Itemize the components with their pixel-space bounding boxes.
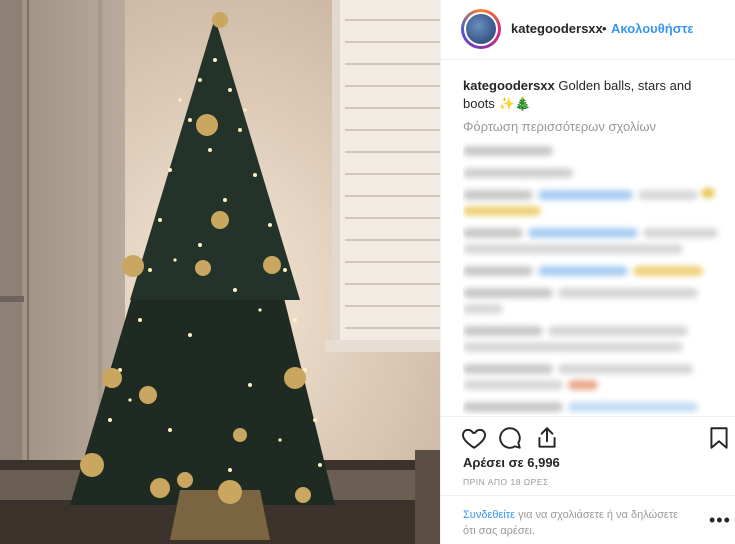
comment-blurred [643,228,718,238]
comment-blurred [463,244,683,254]
comment-blurred [463,402,563,412]
comment-blurred [558,288,698,298]
comment-blurred [528,228,638,238]
comment-blurred [633,266,703,276]
bookmark-icon[interactable] [706,425,732,451]
avatar[interactable] [461,9,501,49]
comment-blurred [548,326,688,336]
login-link[interactable]: Συνδεθείτε [463,509,515,521]
comment-blurred [538,190,633,200]
comment-blurred [463,380,563,390]
username-link[interactable]: kategoodersxx [511,21,603,36]
post-caption: kategoodersxx Golden balls, stars and bo… [463,77,718,113]
login-prompt-bar: Συνδεθείτε για να σχολιάσετε ή να δηλώσε… [441,495,735,544]
comment-blurred [463,228,523,238]
separator-dot: • [602,21,607,36]
post-photo[interactable] [0,0,440,544]
christmas-tree-photo [0,0,440,544]
comment-blurred [463,304,503,314]
login-prompt: Συνδεθείτε για να σχολιάσετε ή να δηλώσε… [463,507,688,539]
comment-bubble-icon[interactable] [497,425,523,451]
post-header: kategoodersxx • Ακολουθήστε [441,0,735,60]
comment-blurred [568,380,598,390]
avatar-image [466,14,496,44]
comments-list [463,140,723,415]
share-icon[interactable] [534,425,560,451]
heart-icon[interactable] [461,425,487,451]
comment-blurred [463,168,573,178]
comment-blurred [463,146,553,156]
comment-blurred [538,266,628,276]
more-options-icon[interactable]: ••• [709,511,731,529]
comment-blurred [558,364,693,374]
comment-blurred [463,342,683,352]
comment-blurred [463,206,541,216]
comment-blurred [463,190,533,200]
post-actions-bar [441,416,735,456]
caption-username[interactable]: kategoodersxx [463,78,555,93]
comment-blurred [463,326,543,336]
post-side-panel: kategoodersxx • Ακολουθήστε kategoodersx… [440,0,735,544]
post-timestamp[interactable]: ΠΡΙΝ ΑΠΟ 18 ΩΡΕΣ [463,477,549,487]
comment-blurred [463,364,553,374]
comment-blurred [568,402,698,412]
comment-blurred [463,266,533,276]
load-more-comments-link[interactable]: Φόρτωση περισσότερων σχολίων [463,119,656,134]
comment-blurred [701,188,715,198]
likes-count[interactable]: Αρέσει σε 6,996 [463,455,560,470]
follow-button[interactable]: Ακολουθήστε [611,21,694,36]
caption-emoji: ✨🎄 [498,96,531,111]
comment-blurred [638,190,698,200]
comment-blurred [463,288,553,298]
